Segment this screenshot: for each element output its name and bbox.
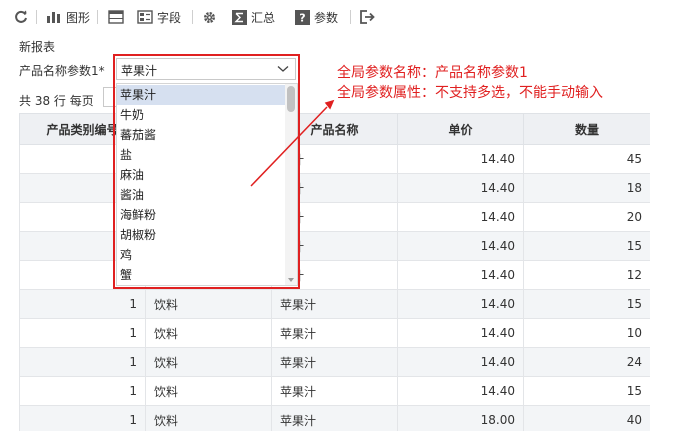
table-cell: 苹果汁 (271, 347, 398, 377)
table-cell: 1 (19, 318, 146, 348)
table-icon (108, 10, 124, 24)
table-cell: 饮料 (145, 347, 272, 377)
table-cell: 14.40 (397, 260, 524, 290)
table-cell: 40 (523, 405, 650, 431)
table-row: 1 饮料 苹果汁 14.40 15 (19, 289, 650, 319)
exit-icon (360, 10, 375, 24)
table-row: 1 饮料 苹果汁 14.40 15 (19, 376, 650, 406)
table-cell: 14.40 (397, 376, 524, 406)
table-cell: 20 (523, 202, 650, 232)
table-cell: 18 (523, 173, 650, 203)
annotation-line-2: 全局参数属性：不支持多选，不能手动输入 (337, 85, 603, 101)
table-row: 1 饮料 苹果汁 18.00 40 (19, 405, 650, 431)
table-cell: 14.40 (397, 289, 524, 319)
refresh-button[interactable] (14, 8, 28, 26)
exit-button[interactable] (360, 8, 376, 26)
table-cell: 14.40 (397, 231, 524, 261)
table-cell: 15 (523, 231, 650, 261)
question-icon: ? (295, 9, 310, 25)
table-cell: 14.40 (397, 347, 524, 377)
table-cell: 15 (523, 289, 650, 319)
table-cell: 14.40 (397, 144, 524, 174)
table-cell: 14.40 (397, 173, 524, 203)
param-button-label: 参数 (314, 10, 339, 25)
field-icon (137, 10, 153, 24)
toolbar-divider (350, 10, 351, 24)
param-label: 产品名称参数1* (19, 64, 105, 78)
table-cell: 14.40 (397, 318, 524, 348)
settings-button[interactable] (202, 8, 217, 26)
column-header[interactable]: 单价 (397, 113, 524, 145)
table-cell: 1 (19, 289, 146, 319)
table-button[interactable] (108, 8, 124, 26)
toolbar-divider (36, 10, 37, 24)
column-header[interactable]: 数量 (523, 113, 650, 145)
annotation-line-1: 全局参数名称：产品名称参数1 (337, 65, 528, 81)
refresh-icon (15, 10, 27, 23)
table-cell: 14.40 (397, 202, 524, 232)
gear-icon (204, 11, 215, 23)
table-row: 1 饮料 苹果汁 14.40 10 (19, 318, 650, 348)
table-cell: 饮料 (145, 376, 272, 406)
toolbar-divider (97, 10, 98, 24)
field-button-label: 字段 (157, 10, 182, 25)
table-cell: 1 (19, 405, 146, 431)
svg-text:?: ? (299, 11, 305, 24)
table-cell: 1 (19, 376, 146, 406)
field-button[interactable]: 字段 (137, 8, 181, 26)
bar-chart-icon (47, 12, 60, 23)
table-cell: 饮料 (145, 289, 272, 319)
chart-button-label: 图形 (66, 10, 91, 25)
summary-button-label: 汇总 (251, 10, 276, 25)
table-cell: 1 (19, 347, 146, 377)
table-cell: 10 (523, 318, 650, 348)
toolbar: 图形 字段 汇总 ? 参数 (0, 0, 684, 34)
table-cell: 饮料 (145, 405, 272, 431)
sigma-icon (232, 9, 247, 25)
table-cell: 苹果汁 (271, 405, 398, 431)
table-row: 1 饮料 苹果汁 14.40 24 (19, 347, 650, 377)
table-cell: 12 (523, 260, 650, 290)
table-cell: 45 (523, 144, 650, 174)
table-cell: 15 (523, 376, 650, 406)
param-button[interactable]: ? 参数 (295, 8, 338, 26)
table-cell: 饮料 (145, 318, 272, 348)
summary-button[interactable]: 汇总 (232, 8, 275, 26)
table-cell: 苹果汁 (271, 376, 398, 406)
pager-text: 共 38 行 每页 (19, 94, 94, 108)
highlight-box (113, 54, 300, 289)
table-cell: 苹果汁 (271, 318, 398, 348)
report-title: 新报表 (19, 40, 56, 54)
table-cell: 苹果汁 (271, 289, 398, 319)
toolbar-divider (192, 10, 193, 24)
table-cell: 18.00 (397, 405, 524, 431)
chart-button[interactable]: 图形 (46, 8, 90, 26)
table-cell: 24 (523, 347, 650, 377)
